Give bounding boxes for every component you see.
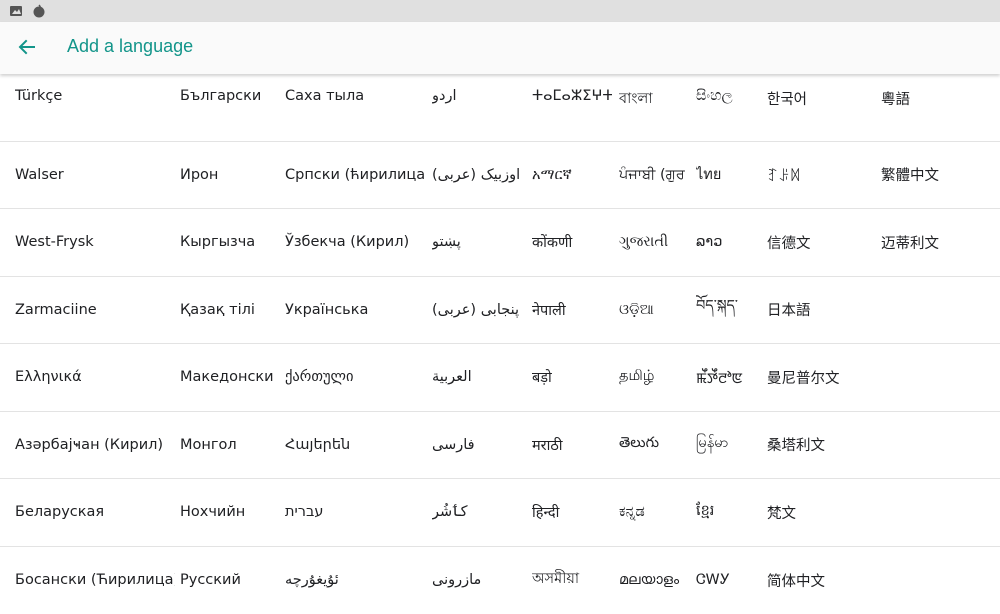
app-bar: Add a language: [0, 22, 1000, 74]
language-item[interactable]: ਪੰਜਾਬੀ (ਗੁਰ: [619, 142, 687, 209]
language-row: БеларускаяНохчийнעבריתكٲشُرहिन्दीಕನ್ನಡខ្…: [0, 479, 1000, 547]
language-item[interactable]: 迈蒂利文: [881, 209, 991, 276]
language-item[interactable]: मराठी: [532, 412, 612, 479]
language-item[interactable]: ꯃꯩꯇꯩꯂꯣꯟ: [696, 344, 761, 411]
language-row: WalserИронСрпски (ћирилица)اوزبیک (عربی)…: [0, 142, 1000, 210]
language-item[interactable]: ગુજરાતી: [619, 209, 687, 276]
page-title: Add a language: [67, 36, 193, 57]
language-item[interactable]: Нохчийн: [180, 479, 280, 546]
language-item[interactable]: پښتو: [432, 209, 527, 276]
language-item[interactable]: ქართული: [285, 344, 425, 411]
language-item[interactable]: कोंकणी: [532, 209, 612, 276]
language-item[interactable]: پنجابی (عربی): [432, 277, 527, 344]
notification-dot-icon: [32, 4, 46, 18]
language-item[interactable]: සිංහල: [696, 74, 761, 141]
language-item[interactable]: Walser: [15, 142, 175, 209]
language-item[interactable]: हिन्दी: [532, 479, 612, 546]
language-item[interactable]: മലയാളം: [619, 547, 687, 614]
language-row: West-FryskКыргызчаЎзбекча (Кирил)پښتوकों…: [0, 209, 1000, 277]
language-item[interactable]: Беларуская: [15, 479, 175, 546]
image-icon: [9, 4, 23, 18]
language-item[interactable]: Қазақ тілі: [180, 277, 280, 344]
language-item[interactable]: 桑塔利文: [767, 412, 872, 479]
language-item[interactable]: 日本語: [767, 277, 872, 344]
language-item[interactable]: Русский: [180, 547, 280, 614]
language-item[interactable]: தமிழ்: [619, 344, 687, 411]
language-item[interactable]: Українська: [285, 277, 425, 344]
language-item[interactable]: 曼尼普尔文: [767, 344, 872, 411]
language-item[interactable]: ไทย: [696, 142, 761, 209]
language-item[interactable]: Македонски: [180, 344, 280, 411]
language-row: TürkçeБългарскиСаха тылаاردوⵜⴰⵎⴰⵣⵉⵖⵜবাংল…: [0, 74, 1000, 142]
back-button[interactable]: [8, 28, 46, 66]
language-item[interactable]: Ελληνικά: [15, 344, 175, 411]
language-row: ΕλληνικάМакедонскиქართულიالعربيةबड़ोதமிழ…: [0, 344, 1000, 412]
status-bar: [0, 0, 1000, 22]
language-grid: TürkçeБългарскиСаха тылаاردوⵜⴰⵎⴰⵣⵉⵖⵜবাংল…: [0, 74, 1000, 614]
language-item[interactable]: Türkçe: [15, 74, 175, 141]
arrow-back-icon: [17, 37, 37, 57]
language-item[interactable]: বাংলা: [619, 74, 687, 141]
language-item[interactable]: অসমীয়া: [532, 547, 612, 614]
language-item[interactable]: Кыргызча: [180, 209, 280, 276]
language-item[interactable]: ລາວ: [696, 209, 761, 276]
language-item[interactable]: 한국어: [767, 74, 872, 141]
language-item[interactable]: فارسی: [432, 412, 527, 479]
language-item[interactable]: עברית: [285, 479, 425, 546]
language-item[interactable]: ꆈꌠꉙ: [767, 142, 872, 209]
language-item[interactable]: ಕನ್ನಡ: [619, 479, 687, 546]
language-item[interactable]: नेपाली: [532, 277, 612, 344]
language-item[interactable]: Հայերեն: [285, 412, 425, 479]
language-item[interactable]: Саха тыла: [285, 74, 425, 141]
language-item[interactable]: Монгол: [180, 412, 280, 479]
language-row: ZarmaciineҚазақ тіліУкраїнськаپنجابی (عر…: [0, 277, 1000, 345]
language-item[interactable]: Босански (Ћирилица): [15, 547, 175, 614]
language-item[interactable]: 信德文: [767, 209, 872, 276]
language-item[interactable]: తెలుగు: [619, 412, 687, 479]
language-item[interactable]: Азәрбајҹан (Кирил): [15, 412, 175, 479]
language-item[interactable]: አማርኛ: [532, 142, 612, 209]
language-row: Босански (Ћирилица)Русскийئۇيغۇرچەمازرون…: [0, 547, 1000, 614]
language-item[interactable]: اردو: [432, 74, 527, 141]
language-item[interactable]: 梵文: [767, 479, 872, 546]
language-item[interactable]: བོད་སྐད་: [696, 277, 761, 344]
language-item[interactable]: ⵜⴰⵎⴰⵣⵉⵖⵜ: [532, 74, 612, 141]
language-item[interactable]: Български: [180, 74, 280, 141]
language-item[interactable]: မြန်မာ: [696, 412, 761, 479]
language-item[interactable]: ئۇيغۇرچە: [285, 547, 425, 614]
language-item[interactable]: ଓଡ଼ିଆ: [619, 277, 687, 344]
language-item[interactable]: 繁體中文: [881, 142, 991, 209]
language-item[interactable]: ខ្មែរ: [696, 479, 761, 546]
language-item[interactable]: كٲشُر: [432, 479, 527, 546]
language-item[interactable]: 简体中文: [767, 547, 872, 614]
language-item[interactable]: 粵語: [881, 74, 991, 141]
language-row: Азәрбајҹан (Кирил)МонголՀայերենفارسیमराठ…: [0, 412, 1000, 480]
language-item[interactable]: Ирон: [180, 142, 280, 209]
language-item[interactable]: Ўзбекча (Кирил): [285, 209, 425, 276]
language-item[interactable]: اوزبیک (عربی): [432, 142, 527, 209]
language-item[interactable]: Zarmaciine: [15, 277, 175, 344]
language-item[interactable]: Српски (ћирилица): [285, 142, 425, 209]
language-item[interactable]: West-Frysk: [15, 209, 175, 276]
language-item[interactable]: مازرونی: [432, 547, 527, 614]
language-item[interactable]: العربية: [432, 344, 527, 411]
language-item[interactable]: बड़ो: [532, 344, 612, 411]
language-item[interactable]: ᏣᎳᎩ: [696, 547, 761, 614]
